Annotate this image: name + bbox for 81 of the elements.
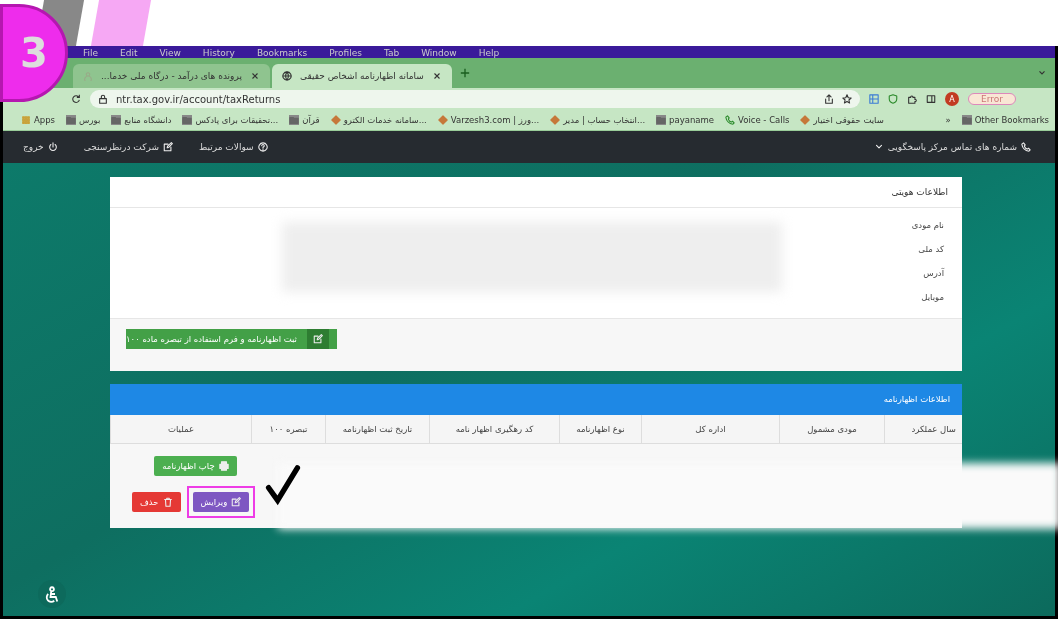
- checkmark-icon: [265, 463, 301, 507]
- card-title: اطلاعات اظهارنامه: [110, 384, 962, 415]
- folder-icon: [66, 115, 77, 125]
- action-button[interactable]: ویرایش: [192, 492, 250, 512]
- column-header: سال عملکرد: [884, 415, 962, 443]
- site-icon: [800, 115, 811, 125]
- trash-icon: [162, 497, 173, 507]
- folder-icon: [182, 115, 193, 125]
- field-label: آدرس: [922, 268, 944, 280]
- folder-icon: [289, 115, 300, 125]
- folder-icon: [111, 115, 122, 125]
- menu-item[interactable]: Bookmarks: [256, 49, 308, 58]
- url-text: ntr.tax.gov.ir/account/taxReturns: [116, 93, 281, 105]
- site-icon: [437, 115, 448, 125]
- help-icon: [257, 142, 268, 152]
- browser-tab[interactable]: پرونده های درآمد - درگاه ملی خدما...: [73, 64, 270, 88]
- edit-icon: [231, 497, 242, 507]
- browser-tab[interactable]: سامانه اظهارنامه اشخاص حقیقی: [271, 64, 452, 88]
- bookmark[interactable]: Apps: [21, 115, 56, 125]
- menu-item[interactable]: Edit: [120, 49, 138, 58]
- profile-avatar[interactable]: A: [945, 92, 959, 106]
- bookmark[interactable]: قرآن: [289, 115, 320, 125]
- nav-link[interactable]: شرکت درنظرسنجی: [83, 142, 173, 152]
- bookmark[interactable]: سایت حقوقی اختیار: [800, 115, 884, 125]
- menu-item[interactable]: Help: [478, 49, 500, 58]
- accessibility-icon[interactable]: [38, 580, 66, 608]
- menu-item[interactable]: File: [83, 49, 99, 58]
- nav-link[interactable]: خروج: [23, 142, 58, 152]
- star-icon: [842, 94, 852, 104]
- contact-menu[interactable]: شماره های تماس مرکز پاسخگویی: [873, 142, 1031, 152]
- tab-title: سامانه اظهارنامه اشخاص حقیقی: [299, 71, 424, 81]
- bookmark[interactable]: سامانه خدمات الکترو...: [330, 115, 427, 125]
- phone-icon: [1021, 142, 1031, 152]
- tab-title: پرونده های درآمد - درگاه ملی خدما...: [101, 71, 242, 81]
- site-icon: [330, 115, 341, 125]
- address-bar[interactable]: ntr.tax.gov.ir/account/taxReturns: [90, 90, 860, 108]
- bookmark[interactable]: Other Bookmarks: [961, 115, 1049, 125]
- close-icon[interactable]: [249, 71, 260, 81]
- field-label: موبایل: [920, 292, 944, 304]
- close-icon[interactable]: [431, 71, 442, 81]
- phone-icon: [725, 115, 736, 125]
- grid-icon: [869, 94, 879, 104]
- column-header: تاریخ ثبت اظهارنامه: [325, 415, 429, 443]
- menu-item[interactable]: Window: [421, 49, 457, 58]
- bookmark[interactable]: Varzesh3.com | ورز...: [437, 115, 540, 125]
- sidebar-icon: [926, 94, 936, 104]
- bookmark[interactable]: انتخاب حساب | مدیر...: [550, 115, 646, 125]
- field-label: کد ملی: [917, 244, 944, 256]
- menu-item[interactable]: History: [202, 49, 235, 58]
- shield-icon: [888, 94, 898, 104]
- menu-item[interactable]: View: [159, 49, 181, 58]
- new-tab-icon[interactable]: [459, 68, 470, 78]
- folder-icon: [961, 115, 972, 125]
- column-header: کد رهگیری اظهار نامه: [429, 415, 559, 443]
- nav-link[interactable]: سوالات مرتبط: [198, 142, 268, 152]
- column-header: مودی مشمول: [779, 415, 884, 443]
- share-icon: [824, 94, 834, 104]
- bookmark[interactable]: payaname: [656, 115, 715, 125]
- bookmark[interactable]: »: [945, 115, 951, 125]
- site-icon: [550, 115, 561, 125]
- reload-icon[interactable]: [71, 94, 81, 104]
- edit-icon: [162, 142, 173, 152]
- bookmark[interactable]: دانشگاه منابع: [111, 115, 172, 125]
- folder-icon: [656, 115, 667, 125]
- action-button[interactable]: حذف: [132, 492, 181, 512]
- globe-icon: [281, 71, 292, 81]
- column-header: اداره کل: [641, 415, 779, 443]
- menu-item[interactable]: Profiles: [329, 49, 362, 58]
- bookmark[interactable]: Voice - Calls: [725, 115, 790, 125]
- column-header: نوع اظهارنامه: [559, 415, 641, 443]
- bookmark[interactable]: بورس: [66, 115, 101, 125]
- puzzle-icon: [907, 94, 917, 104]
- column-header: تبصره ۱۰۰: [251, 415, 325, 443]
- card-title: اطلاعات هویتی: [110, 177, 962, 208]
- bookmark[interactable]: تحقیقات برای پادکس...: [182, 115, 279, 125]
- power-icon: [47, 142, 58, 152]
- lock-icon: [98, 94, 108, 104]
- pen-icon: [313, 334, 323, 344]
- column-header: عملیات: [110, 415, 251, 443]
- field-label: نام مودی: [910, 220, 944, 232]
- menu-item[interactable]: Tab: [383, 49, 400, 58]
